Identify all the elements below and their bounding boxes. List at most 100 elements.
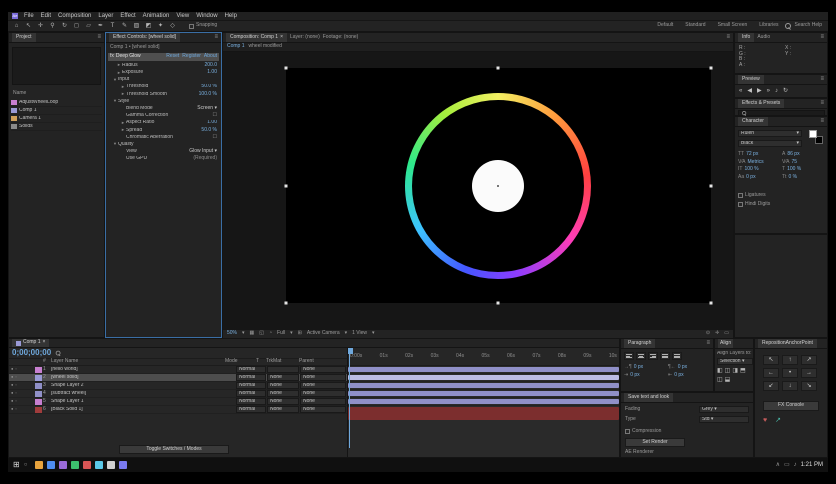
snapping-checkbox[interactable]	[189, 24, 194, 29]
layer-color-chip[interactable]	[35, 375, 42, 381]
panel-menu-icon[interactable]: ≡	[726, 34, 730, 41]
tool-icon[interactable]: ⌂	[12, 22, 21, 31]
param-value[interactable]: 1.00	[207, 120, 217, 126]
panel-menu-icon[interactable]: ≡	[706, 340, 710, 347]
toggle-switches-button[interactable]: Toggle Switches / Modes	[119, 445, 229, 454]
anchor-position-button[interactable]: →	[801, 368, 817, 378]
workspace-tab[interactable]: Libraries	[756, 23, 781, 29]
workspace-tab[interactable]: Standard	[682, 23, 708, 29]
param-value[interactable]: 100.0 %	[199, 92, 217, 98]
lock-icon[interactable]: ▫	[15, 407, 16, 411]
tool-icon[interactable]: ✦	[156, 22, 165, 31]
align-action-icon[interactable]: ⬓	[725, 377, 731, 384]
lock-icon[interactable]: ▫	[15, 399, 16, 403]
eye-icon[interactable]: ●	[11, 391, 13, 395]
menu-item[interactable]: Animation	[143, 13, 170, 20]
font-family-select[interactable]: Ruleh▾	[738, 130, 802, 137]
text-look-select[interactable]: Std ▾	[699, 416, 749, 423]
set-render-button[interactable]: Set Render	[625, 438, 685, 447]
anchor-position-button[interactable]: ↘	[801, 381, 817, 391]
align-to-select[interactable]: Selection ▾	[717, 358, 753, 365]
tool-icon[interactable]: ▨	[132, 22, 141, 31]
parent-select[interactable]: None	[300, 406, 346, 413]
layer-name[interactable]: [wheel solid]	[51, 375, 235, 381]
search-help[interactable]: Search Help	[794, 23, 822, 29]
effect-header-row[interactable]: fx Deep Glow ResetRegisterAbout	[108, 53, 219, 61]
parent-select[interactable]: None	[300, 390, 346, 397]
character-option[interactable]: Hindi Digits	[738, 202, 824, 208]
start-button[interactable]: ⊞	[13, 461, 20, 470]
eye-icon[interactable]: ●	[11, 383, 13, 387]
anchor-position-button[interactable]: ↙	[763, 381, 779, 391]
text-look-select[interactable]: Grey ▾	[699, 406, 749, 413]
character-metric[interactable]: Aa 0 px	[738, 175, 780, 181]
timeline-layer-row[interactable]: ●▫ 5 Shape Layer 1 Normal None None	[9, 398, 347, 406]
anchor-position-button[interactable]: ↑	[782, 355, 798, 365]
label-color-chip[interactable]	[11, 124, 17, 129]
timeline-layer-row[interactable]: ●▫ 6 [Black Solid 1] Normal None None	[9, 406, 347, 414]
taskbar-app-icon[interactable]	[119, 461, 127, 469]
character-metric[interactable]: A 86 px	[782, 152, 824, 158]
grid-icon[interactable]: ▦	[250, 331, 255, 337]
layer-handle[interactable]	[285, 67, 288, 70]
anchor-position-button[interactable]: •	[782, 368, 798, 378]
menu-item[interactable]: Edit	[41, 13, 51, 20]
tool-icon[interactable]: ▱	[84, 22, 93, 31]
effect-link[interactable]: Register	[182, 54, 201, 60]
layer-handle[interactable]	[710, 67, 713, 70]
timeline-layer-row[interactable]: ●▫ 2 [wheel solid] Normal None None	[9, 374, 347, 382]
preview-tab[interactable]: Preview	[738, 75, 764, 84]
layer-duration-bar[interactable]	[348, 367, 619, 372]
tool-icon[interactable]: ✒	[96, 22, 105, 31]
paragraph-field[interactable]: ⇥ 0 px	[624, 373, 666, 379]
character-metric[interactable]: IT 100 %	[738, 167, 780, 173]
align-left-icon[interactable]	[624, 352, 634, 360]
character-metric[interactable]: TT 72 px	[738, 152, 780, 158]
character-metric[interactable]: V⁄A Metrics	[738, 160, 780, 166]
menu-item[interactable]: Window	[196, 13, 217, 20]
transport-button[interactable]: ◀	[747, 88, 752, 95]
param-value[interactable]: (Required)	[193, 156, 217, 162]
paragraph-field[interactable]: ⇤ 0 px	[668, 373, 710, 379]
tool-icon[interactable]: ◇	[168, 22, 177, 31]
panel-menu-icon[interactable]: ≡	[820, 100, 824, 107]
paragraph-tab[interactable]: Paragraph	[624, 339, 655, 348]
layer-handle[interactable]	[710, 302, 713, 305]
tool-icon[interactable]: ↻	[60, 22, 69, 31]
text-look-tab[interactable]: Save text and look	[624, 393, 673, 402]
layer-name[interactable]: Shape Layer 2	[51, 383, 235, 389]
info-tab[interactable]: Info	[738, 33, 754, 42]
effects-presets-tab[interactable]: Effects & Presets	[738, 99, 784, 108]
character-metric[interactable]: T 100 %	[782, 167, 824, 173]
lock-icon[interactable]: ▫	[15, 367, 16, 371]
anchor-position-button[interactable]: ↓	[782, 381, 798, 391]
blend-mode-select[interactable]: Normal	[236, 366, 266, 373]
layer-duration-bar[interactable]	[348, 383, 619, 388]
taskbar-app-icon[interactable]	[107, 461, 115, 469]
composition-tab[interactable]: Composition: Comp 1 ×	[226, 33, 287, 42]
fx-console-button[interactable]: FX Console	[763, 401, 819, 411]
share-icon[interactable]: ↗	[775, 417, 781, 425]
tool-icon[interactable]: T	[108, 22, 117, 31]
eye-icon[interactable]: ●	[11, 407, 13, 411]
blend-mode-select[interactable]: Normal	[236, 406, 266, 413]
guides-icon[interactable]: ✛	[715, 331, 719, 337]
anchor-position-button[interactable]: ↖	[763, 355, 779, 365]
effect-link[interactable]: Reset	[166, 54, 179, 60]
layer-duration-bar[interactable]	[348, 399, 619, 404]
effect-controls-tab[interactable]: Effect Controls: [wheel solid]	[109, 33, 180, 42]
layer-handle[interactable]	[497, 302, 500, 305]
panel-menu-icon[interactable]: ≡	[820, 76, 824, 83]
label-color-chip[interactable]	[11, 100, 17, 105]
font-style-select[interactable]: Black▾	[738, 140, 802, 147]
param-value[interactable]: 50.0 %	[201, 128, 217, 134]
camera-select[interactable]: Active Camera	[307, 331, 340, 337]
eye-icon[interactable]: ●	[11, 399, 13, 403]
taskbar-app-icon[interactable]	[47, 461, 55, 469]
tool-icon[interactable]: ◻	[72, 22, 81, 31]
param-value[interactable]: ☐	[213, 135, 217, 141]
trkmat-select[interactable]: None	[267, 390, 299, 397]
layer-name[interactable]: [subtract wheel]	[51, 391, 235, 397]
lock-icon[interactable]: ▫	[15, 391, 16, 395]
project-item[interactable]: Solids	[11, 123, 102, 131]
